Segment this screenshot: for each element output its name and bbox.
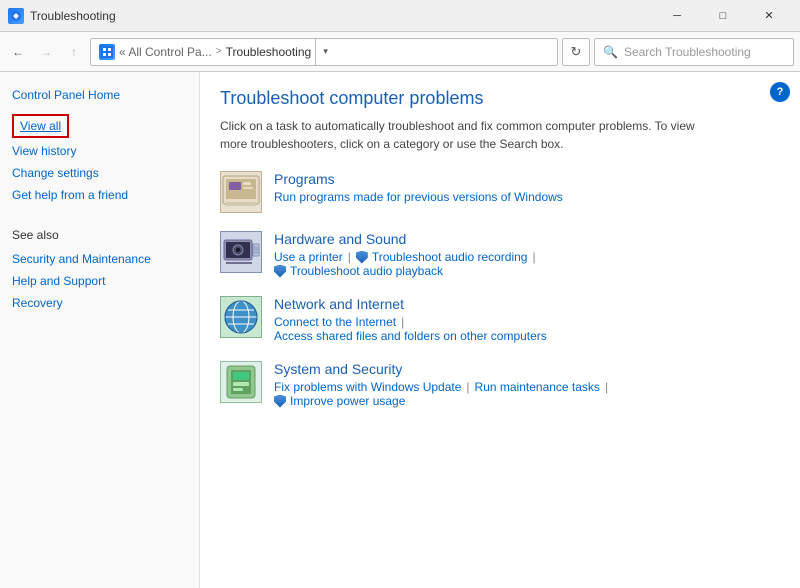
hardware-icon (220, 231, 262, 273)
title-bar-title: Troubleshooting (30, 9, 654, 23)
see-also-label: See also (12, 228, 187, 242)
maximize-button[interactable]: □ (700, 0, 746, 32)
network-links: Connect to the Internet | (274, 315, 780, 329)
programs-content: Programs Run programs made for previous … (274, 171, 780, 204)
title-bar: Troubleshooting ─ □ ✕ (0, 0, 800, 32)
programs-title[interactable]: Programs (274, 171, 780, 187)
sidebar-control-panel-home[interactable]: Control Panel Home (12, 88, 187, 102)
path-active: Troubleshooting (226, 45, 312, 59)
forward-button[interactable]: → (34, 40, 58, 64)
hardware-link-audio-play[interactable]: Troubleshoot audio playback (290, 264, 443, 278)
sidebar: Control Panel Home View all View history… (0, 72, 200, 588)
hardware-title[interactable]: Hardware and Sound (274, 231, 780, 247)
address-field[interactable]: « All Control Pa... > Troubleshooting ▾ (90, 38, 558, 66)
category-hardware: Hardware and Sound Use a printer | Troub… (220, 231, 780, 278)
close-button[interactable]: ✕ (746, 0, 792, 32)
hardware-links-2: Troubleshoot audio playback (274, 264, 780, 278)
category-system: System and Security Fix problems with Wi… (220, 361, 780, 408)
address-icon (99, 44, 115, 60)
hardware-sep-2: | (532, 250, 535, 264)
system-shield-1 (274, 395, 288, 408)
system-sep-2: | (605, 380, 608, 394)
network-link-connect[interactable]: Connect to the Internet (274, 315, 396, 329)
content-title: Troubleshoot computer problems (220, 88, 780, 109)
view-all-box: View all (12, 114, 69, 138)
address-bar: ← → ↑ « All Control Pa... > Troubleshoot… (0, 32, 800, 72)
refresh-button[interactable]: ↻ (562, 38, 590, 66)
content-description: Click on a task to automatically trouble… (220, 117, 700, 153)
network-link-shared[interactable]: Access shared files and folders on other… (274, 329, 547, 343)
search-placeholder: Search Troubleshooting (624, 45, 751, 59)
title-bar-controls: ─ □ ✕ (654, 0, 792, 32)
hardware-shield-2 (274, 265, 288, 278)
system-sep-1: | (466, 380, 469, 394)
system-links-2: Improve power usage (274, 394, 780, 408)
sidebar-help-support[interactable]: Help and Support (12, 272, 187, 290)
category-network: Network and Internet Connect to the Inte… (220, 296, 780, 343)
hardware-link-printer[interactable]: Use a printer (274, 250, 343, 264)
hardware-shield-1 (356, 251, 370, 264)
back-button[interactable]: ← (6, 40, 30, 64)
hardware-sep-1: | (348, 250, 351, 264)
title-bar-icon (8, 8, 24, 24)
sidebar-security-maintenance[interactable]: Security and Maintenance (12, 250, 187, 268)
system-links: Fix problems with Windows Update | Run m… (274, 380, 780, 394)
hardware-link-audio-rec[interactable]: Troubleshoot audio recording (372, 250, 528, 264)
system-content: System and Security Fix problems with Wi… (274, 361, 780, 408)
search-box[interactable]: 🔍 Search Troubleshooting (594, 38, 794, 66)
sidebar-change-settings[interactable]: Change settings (12, 164, 187, 182)
up-button[interactable]: ↑ (62, 40, 86, 64)
programs-link-run[interactable]: Run programs made for previous versions … (274, 190, 563, 204)
network-content: Network and Internet Connect to the Inte… (274, 296, 780, 343)
system-title[interactable]: System and Security (274, 361, 780, 377)
programs-icon (220, 171, 262, 213)
system-link-windows-update[interactable]: Fix problems with Windows Update (274, 380, 461, 394)
sidebar-get-help[interactable]: Get help from a friend (12, 186, 187, 204)
category-programs: Programs Run programs made for previous … (220, 171, 780, 213)
sidebar-recovery[interactable]: Recovery (12, 294, 187, 312)
system-link-power[interactable]: Improve power usage (290, 394, 405, 408)
programs-links: Run programs made for previous versions … (274, 190, 780, 204)
help-button[interactable]: ? (770, 82, 790, 102)
network-icon (220, 296, 262, 338)
system-link-maintenance[interactable]: Run maintenance tasks (475, 380, 600, 394)
network-links-2: Access shared files and folders on other… (274, 329, 780, 343)
system-icon (220, 361, 262, 403)
address-dropdown-button[interactable]: ▾ (315, 38, 335, 66)
hardware-content: Hardware and Sound Use a printer | Troub… (274, 231, 780, 278)
sidebar-view-history[interactable]: View history (12, 142, 187, 160)
network-sep-1: | (401, 315, 404, 329)
address-path: « All Control Pa... > Troubleshooting (119, 45, 311, 59)
hardware-links: Use a printer | Troubleshoot audio recor… (274, 250, 780, 264)
network-title[interactable]: Network and Internet (274, 296, 780, 312)
main-container: Control Panel Home View all View history… (0, 72, 800, 588)
path-gray: « All Control Pa... (119, 45, 212, 59)
content-area: ? Troubleshoot computer problems Click o… (200, 72, 800, 588)
path-separator: > (216, 46, 222, 57)
view-all-link[interactable]: View all (20, 119, 61, 133)
minimize-button[interactable]: ─ (654, 0, 700, 32)
search-icon: 🔍 (603, 45, 618, 59)
